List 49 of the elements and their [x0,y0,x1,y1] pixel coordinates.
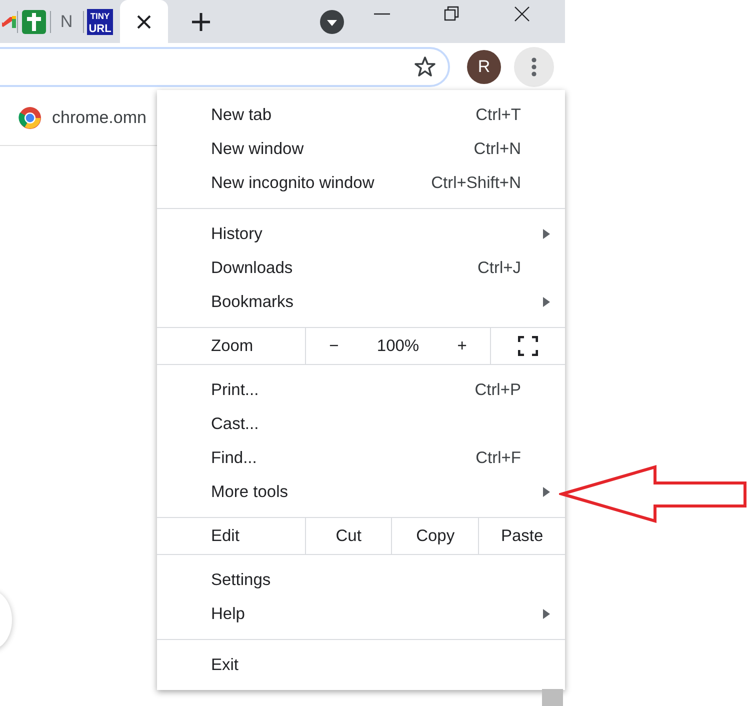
zoom-in-button[interactable]: + [449,334,475,358]
edit-action-button[interactable]: Paste [478,518,565,554]
shortcut-text: Ctrl+P [474,380,521,401]
menu-item[interactable]: History [157,217,565,251]
plus-icon [192,12,210,30]
zoom-out-button[interactable]: − [321,334,347,358]
pinned-tab[interactable]: TINY URL [84,0,116,43]
close-icon [514,6,530,22]
menu-item[interactable]: Downloads Ctrl+J [157,251,565,285]
menu-item[interactable]: Exit [157,648,565,682]
shortcut-text: Ctrl+N [474,138,521,160]
edit-label: Edit [210,526,240,547]
shortcut-text: Ctrl+T [476,104,521,126]
menu-item[interactable]: New tab Ctrl+T [157,98,565,132]
zoom-label: Zoom [210,336,254,357]
star-icon [414,56,436,78]
avatar-button[interactable]: R [467,50,501,84]
menu-item[interactable]: Print... Ctrl+P [157,373,565,407]
edit-action-button[interactable]: Copy [391,518,478,554]
fullscreen-icon [518,336,538,356]
tab-favicon-letter: N [60,10,73,33]
chrome-logo-icon [18,106,42,130]
menu-item[interactable]: Bookmarks [157,285,565,319]
cross-icon [22,10,46,34]
restore-icon [444,6,460,22]
caret-icon [320,10,344,34]
suggestion-text[interactable]: chrome.omn [52,104,146,130]
menu-item[interactable]: Find... Ctrl+F [157,441,565,475]
shortcut-text: Ctrl+Shift+N [431,172,521,194]
menu-item[interactable]: New window Ctrl+N [157,132,565,166]
address-field[interactable] [0,46,450,86]
menu-button[interactable] [514,46,554,86]
pinned-tab[interactable]: N [51,0,83,43]
minimize-icon [374,13,390,15]
menu-item[interactable]: New incognito window Ctrl+Shift+N [157,166,565,200]
active-tab[interactable] [120,0,168,43]
menu-item[interactable]: More tools [157,475,565,509]
shortcut-text: Ctrl+J [477,258,521,279]
shortcut-text: Ctrl+F [476,448,521,469]
menu-item[interactable]: Settings [157,563,565,597]
zoom-level: 100% [376,336,420,357]
close-icon[interactable] [137,14,151,28]
scrollbar-thumb[interactable] [542,689,563,706]
tinyurl-logo-icon: TINY URL [86,8,112,34]
menu-item[interactable]: Help [157,597,565,631]
edit-action-button[interactable]: Cut [304,518,392,554]
bookmark-button[interactable] [414,56,436,78]
menu-item[interactable]: Cast... [157,407,565,441]
menu-icon [531,56,537,76]
